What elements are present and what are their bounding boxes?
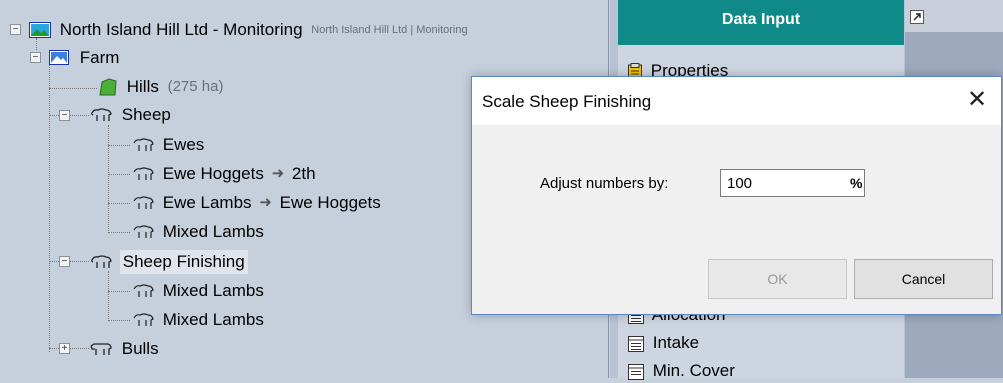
dialog-title: Scale Sheep Finishing	[482, 92, 652, 111]
tree-line	[108, 291, 130, 292]
tree-item-root-label: North Island Hill Ltd - Monitoring	[59, 19, 303, 39]
collapse-root-button[interactable]: −	[10, 24, 21, 35]
tree-item-root[interactable]: North Island Hill Ltd - Monitoring North…	[29, 17, 468, 41]
tree-item-ewe-lambs-target: Ewe Hoggets	[279, 192, 381, 212]
farm-icon	[49, 50, 69, 66]
tree-line	[108, 271, 109, 321]
close-icon[interactable]: ✕	[963, 87, 991, 115]
cancel-button[interactable]: Cancel	[854, 259, 993, 299]
scale-dialog: Scale Sheep Finishing ✕ Adjust numbers b…	[471, 76, 1002, 315]
sheep-icon	[91, 254, 112, 268]
tree-item-sheep-finishing-label: Sheep Finishing	[119, 249, 248, 274]
tree-item-ewe-hoggets-label: Ewe Hoggets	[162, 163, 264, 183]
ok-button[interactable]: OK	[708, 259, 847, 299]
tree-item-farm[interactable]: Farm	[49, 45, 119, 69]
tree-item-sheep-finishing[interactable]: Sheep Finishing	[89, 249, 248, 274]
table-icon	[628, 363, 644, 380]
tree-item-hills-area: (275 ha)	[167, 77, 224, 95]
tree-item-mixed-lambs[interactable]: Mixed Lambs	[132, 307, 264, 331]
tree-item-sheep-label: Sheep	[121, 104, 171, 124]
cattle-icon	[90, 342, 112, 355]
data-input-title: Data Input	[618, 0, 904, 45]
tree-line	[108, 174, 130, 175]
tree-item-hills-label: Hills	[126, 76, 159, 96]
tree-item-mixed-lambs[interactable]: Mixed Lambs	[132, 278, 264, 302]
tree-item-ewes[interactable]: Ewes	[132, 132, 204, 156]
collapse-sheep-button[interactable]: −	[59, 110, 70, 121]
tree-line	[49, 88, 97, 89]
arrow-right-icon: ➜	[271, 164, 285, 182]
dialog-body: Adjust numbers by: % OK Cancel	[472, 125, 1001, 314]
sheep-icon	[91, 107, 112, 121]
tree-item-farm-label: Farm	[79, 47, 120, 67]
adjust-numbers-label: Adjust numbers by:	[540, 175, 669, 192]
paddock-icon	[99, 77, 117, 96]
adjust-numbers-input[interactable]	[720, 169, 865, 197]
tree-item-ewe-hoggets-target: 2th	[291, 163, 316, 183]
tree-line	[108, 232, 130, 233]
tree-item-hills[interactable]: Hills (275 ha)	[98, 74, 223, 98]
sheep-icon	[133, 224, 154, 238]
data-input-item-intake[interactable]: Intake	[628, 331, 699, 355]
expand-bulls-button[interactable]: +	[59, 343, 70, 354]
data-input-item-label: Intake	[652, 333, 700, 352]
tree-item-root-sublabel: North Island Hill Ltd | Monitoring	[311, 23, 468, 36]
sheep-icon	[133, 137, 154, 151]
collapse-sheep-finishing-button[interactable]: −	[59, 256, 70, 267]
collapse-farm-button[interactable]: −	[30, 52, 41, 63]
sheep-icon	[133, 312, 154, 326]
sheep-icon	[133, 283, 154, 297]
table-icon	[628, 335, 644, 352]
tree-item-mixed-lambs[interactable]: Mixed Lambs	[132, 219, 264, 243]
tree-item-bulls[interactable]: Bulls	[89, 336, 159, 360]
data-input-item-label: Min. Cover	[652, 361, 735, 380]
tree-item-ewe-hoggets[interactable]: Ewe Hoggets ➜ 2th	[132, 161, 316, 185]
sheep-icon	[133, 166, 154, 180]
tree-item-ewe-lambs[interactable]: Ewe Lambs ➜ Ewe Hoggets	[132, 190, 381, 214]
tree-item-ewe-lambs-label: Ewe Lambs	[162, 192, 252, 212]
tree-line	[49, 62, 50, 352]
tree-line	[108, 145, 130, 146]
tree-item-mixed-lambs-label: Mixed Lambs	[162, 221, 264, 241]
tree-item-sheep[interactable]: Sheep	[89, 102, 171, 126]
tree-item-mixed-lambs-label: Mixed Lambs	[162, 280, 264, 300]
percent-unit: %	[850, 175, 863, 191]
tree-line	[108, 320, 130, 321]
tree-line	[108, 125, 109, 233]
monitor-icon	[29, 21, 51, 38]
restore-icon[interactable]	[910, 10, 924, 24]
tree-item-ewes-label: Ewes	[162, 134, 205, 154]
tree-line	[108, 203, 130, 204]
arrow-right-icon: ➜	[259, 193, 272, 211]
data-input-item-min-cover[interactable]: Min. Cover	[628, 359, 735, 383]
tree-item-mixed-lambs-label: Mixed Lambs	[162, 309, 264, 329]
sheep-icon	[133, 195, 154, 209]
tree-item-bulls-label: Bulls	[121, 338, 159, 358]
